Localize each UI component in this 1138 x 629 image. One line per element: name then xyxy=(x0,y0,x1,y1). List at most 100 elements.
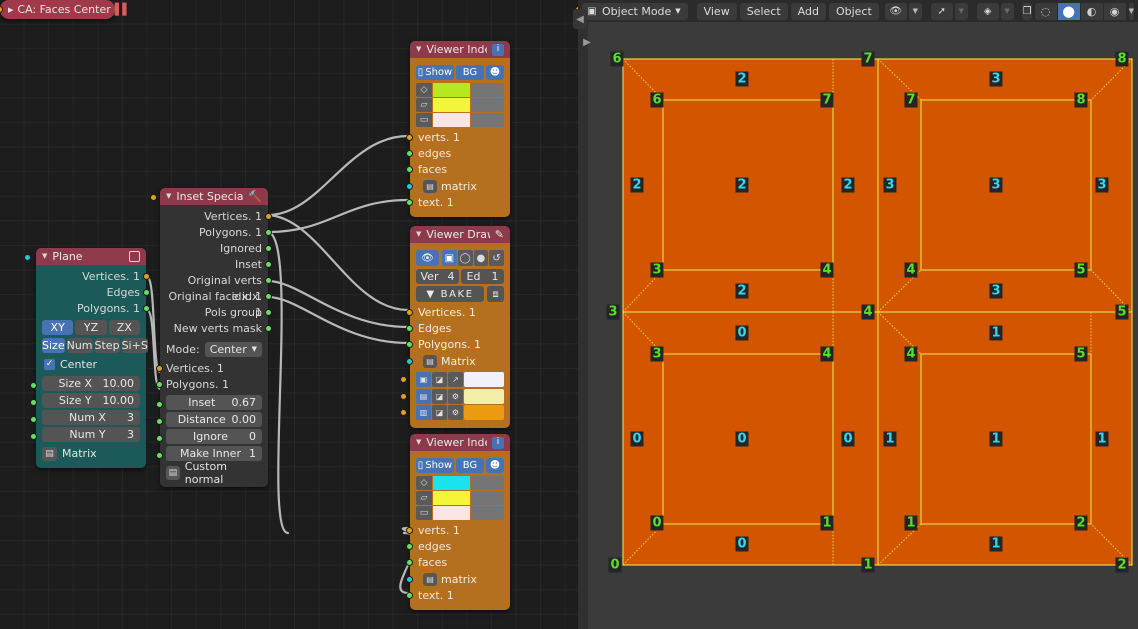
shading-rendered-icon[interactable]: ◉ xyxy=(1103,2,1126,20)
viewport-3d[interactable]: ▣ Object Mode ▼ View Select Add Object 👁… xyxy=(573,0,1138,629)
collapse-triangle-icon[interactable]: ▼ xyxy=(416,231,421,238)
plane-mode-buttons[interactable]: Size Num Step Si+S xyxy=(42,338,148,353)
bg-button[interactable]: BG xyxy=(455,65,484,80)
color-row-faces[interactable]: ▥ ◪ ⚙ xyxy=(400,405,504,420)
eye-icon-button[interactable]: 👁 xyxy=(416,250,439,266)
vertex-size-icon[interactable]: ◪ xyxy=(432,372,447,387)
socket-size-y-in[interactable] xyxy=(30,399,37,406)
node-inset-special[interactable]: ▼ Inset Special 🔨 Vertices. 1 Polygons. … xyxy=(150,188,272,487)
plane-button-yz[interactable]: YZ xyxy=(75,320,107,335)
node-editor-area[interactable]: ▼ Plane Vertices. 1 Edges Polygons. 1 XY… xyxy=(0,0,578,629)
menu-select[interactable]: Select xyxy=(739,2,788,20)
node-viewer-draw[interactable]: ▼ Viewer Draw ✎ 👁 ▣ ◯ ● ↺ Ver 4 Ed 1 ▼ B… xyxy=(400,226,510,428)
viewer-draw-element-toggles[interactable]: ▣ ◯ ● ↺ xyxy=(442,250,504,266)
socket-make-inner-in[interactable] xyxy=(156,452,163,459)
viewer-draw-display-row[interactable]: 👁 ▣ ◯ ● ↺ xyxy=(416,250,504,266)
socket-edges-in[interactable] xyxy=(406,543,413,550)
inset-field-inset[interactable]: Inset 0.67 xyxy=(166,395,262,410)
info-icon[interactable]: i xyxy=(492,43,504,56)
socket-text-in[interactable] xyxy=(406,592,413,599)
viewer-index-bottom-input-matrix[interactable]: ▤ matrix xyxy=(406,571,504,588)
socket-new-verts-mask-out[interactable] xyxy=(265,325,272,332)
socket-vert-color-in[interactable] xyxy=(400,376,407,383)
collapse-triangle-icon[interactable]: ▼ xyxy=(416,439,421,446)
vertex-color-swatch[interactable] xyxy=(464,372,504,387)
proportional-chevron-icon[interactable]: ▼ xyxy=(1000,2,1014,20)
inset-output-pols-group[interactable]: Pols group xyxy=(166,305,272,321)
xray-toggle-icon[interactable]: ❐ xyxy=(1022,2,1032,20)
viewer-index-bottom-input-faces[interactable]: faces xyxy=(406,555,504,571)
inset-field-distance[interactable]: Distance 0.00 xyxy=(166,412,262,427)
visibility-chevron-icon[interactable]: ▼ xyxy=(908,2,922,20)
socket-custom-normal-in[interactable] xyxy=(150,194,157,201)
socket-vertices-out[interactable] xyxy=(265,213,272,220)
socket-edges-in[interactable] xyxy=(406,150,413,157)
socket-original-verts-idx-out[interactable] xyxy=(265,277,272,284)
color-row-verts[interactable]: ▣ ◪ ↗ xyxy=(400,372,504,387)
socket-vertices-out[interactable] xyxy=(143,273,150,280)
socket-matrix-in[interactable] xyxy=(406,183,413,190)
shading-chevron-icon[interactable]: ▼ xyxy=(1128,2,1134,20)
swatch-row-faces[interactable]: ▭ xyxy=(416,113,504,127)
inset-output-new-verts-mask[interactable]: New verts mask xyxy=(166,321,272,337)
swatch-verts-bg[interactable] xyxy=(471,83,504,97)
counter-ver[interactable]: Ver 4 xyxy=(416,269,459,284)
visibility-group[interactable]: 👁 ▼ xyxy=(884,2,922,20)
menu-object[interactable]: Object xyxy=(828,2,879,20)
toggle-faces-icon[interactable]: ▣ xyxy=(442,250,457,266)
node-viewer-index-top-header[interactable]: ▼ Viewer Index+ i xyxy=(410,41,510,58)
socket-distance-in[interactable] xyxy=(156,418,163,425)
swatch-row-edges[interactable]: ▱ xyxy=(416,98,504,112)
socket-faces-in[interactable] xyxy=(406,559,413,566)
socket-original-face-idx-out[interactable] xyxy=(265,293,272,300)
expand-triangle-icon[interactable]: ▶ xyxy=(8,6,13,14)
collapse-triangle-icon[interactable]: ▼ xyxy=(42,253,47,260)
proportional-edit-icon[interactable]: ◈ xyxy=(976,2,999,20)
edge-width-icon[interactable]: ◪ xyxy=(432,388,447,404)
viewport-canvas[interactable]: ◀ xyxy=(588,22,1138,629)
swatch-verts-color[interactable] xyxy=(433,83,471,97)
viewer-index-bottom-input-edges[interactable]: edges xyxy=(406,539,504,555)
socket-polygons-in[interactable] xyxy=(406,341,413,348)
inset-output-inset[interactable]: Inset xyxy=(166,257,272,273)
inset-mode-dropdown[interactable]: Center ▼ xyxy=(204,342,262,357)
swatch-edges-bg[interactable] xyxy=(471,491,504,505)
node-viewer-index-bottom[interactable]: ▼ Viewer Index+ i ▯ Show BG ☻ ◇ ▱ xyxy=(406,434,510,610)
swatch-verts-bg[interactable] xyxy=(471,476,504,490)
visibility-selector-icon[interactable]: 👁 xyxy=(884,2,907,20)
show-button[interactable]: ▯ Show xyxy=(416,458,454,473)
swatch-row-verts[interactable]: ◇ xyxy=(416,476,504,490)
socket-polygons-in[interactable] xyxy=(156,381,163,388)
socket-num-x-in[interactable] xyxy=(30,416,37,423)
plane-button-xy[interactable]: XY xyxy=(42,320,74,335)
socket-edge-color-in[interactable] xyxy=(400,392,407,400)
ghost-icon-button[interactable]: ☻ xyxy=(486,65,504,80)
inset-field-make-inner[interactable]: Make Inner 1 xyxy=(166,446,262,461)
socket-verts-in[interactable] xyxy=(406,527,413,534)
bake-button[interactable]: ▼ BAKE xyxy=(416,286,484,302)
face-display-icon[interactable]: ▥ xyxy=(416,405,431,420)
plane-mode-step[interactable]: Step xyxy=(94,338,120,353)
inset-input-vertices[interactable]: Vertices. 1 xyxy=(156,361,262,377)
socket-verts-in[interactable] xyxy=(406,134,413,141)
node-viewer-index-bottom-header[interactable]: ▼ Viewer Index+ i xyxy=(410,434,510,451)
plane-orientation-buttons[interactable]: XY YZ ZX xyxy=(42,320,140,335)
face-settings-icon[interactable]: ⚙ xyxy=(448,405,463,420)
inset-output-vertices[interactable]: Vertices. 1 xyxy=(166,209,272,225)
vertex-display-icon[interactable]: ▣ xyxy=(416,372,431,387)
plane-center-checkbox-row[interactable]: ✓ Center xyxy=(44,356,140,372)
menu-add[interactable]: Add xyxy=(790,2,826,20)
plane-mode-size[interactable]: Size xyxy=(42,338,65,353)
shading-wireframe-icon[interactable]: ◌ xyxy=(1034,2,1057,20)
viewer-index-top-input-faces[interactable]: faces xyxy=(406,162,504,178)
menu-view[interactable]: View xyxy=(696,2,737,20)
inset-output-ignored[interactable]: Ignored xyxy=(166,241,272,257)
swatch-row-faces[interactable]: ▭ xyxy=(416,506,504,520)
swatch-verts-color[interactable] xyxy=(433,476,471,490)
toggle-refresh-icon[interactable]: ↺ xyxy=(489,250,504,266)
viewer-index-top-input-verts[interactable]: verts. 1 xyxy=(406,130,504,146)
swatch-faces-bg[interactable] xyxy=(471,113,504,127)
viewer-draw-bake-row[interactable]: ▼ BAKE ⧈ xyxy=(416,286,504,302)
socket-vertices-in[interactable] xyxy=(156,365,163,372)
socket-inset-in[interactable] xyxy=(156,401,163,408)
